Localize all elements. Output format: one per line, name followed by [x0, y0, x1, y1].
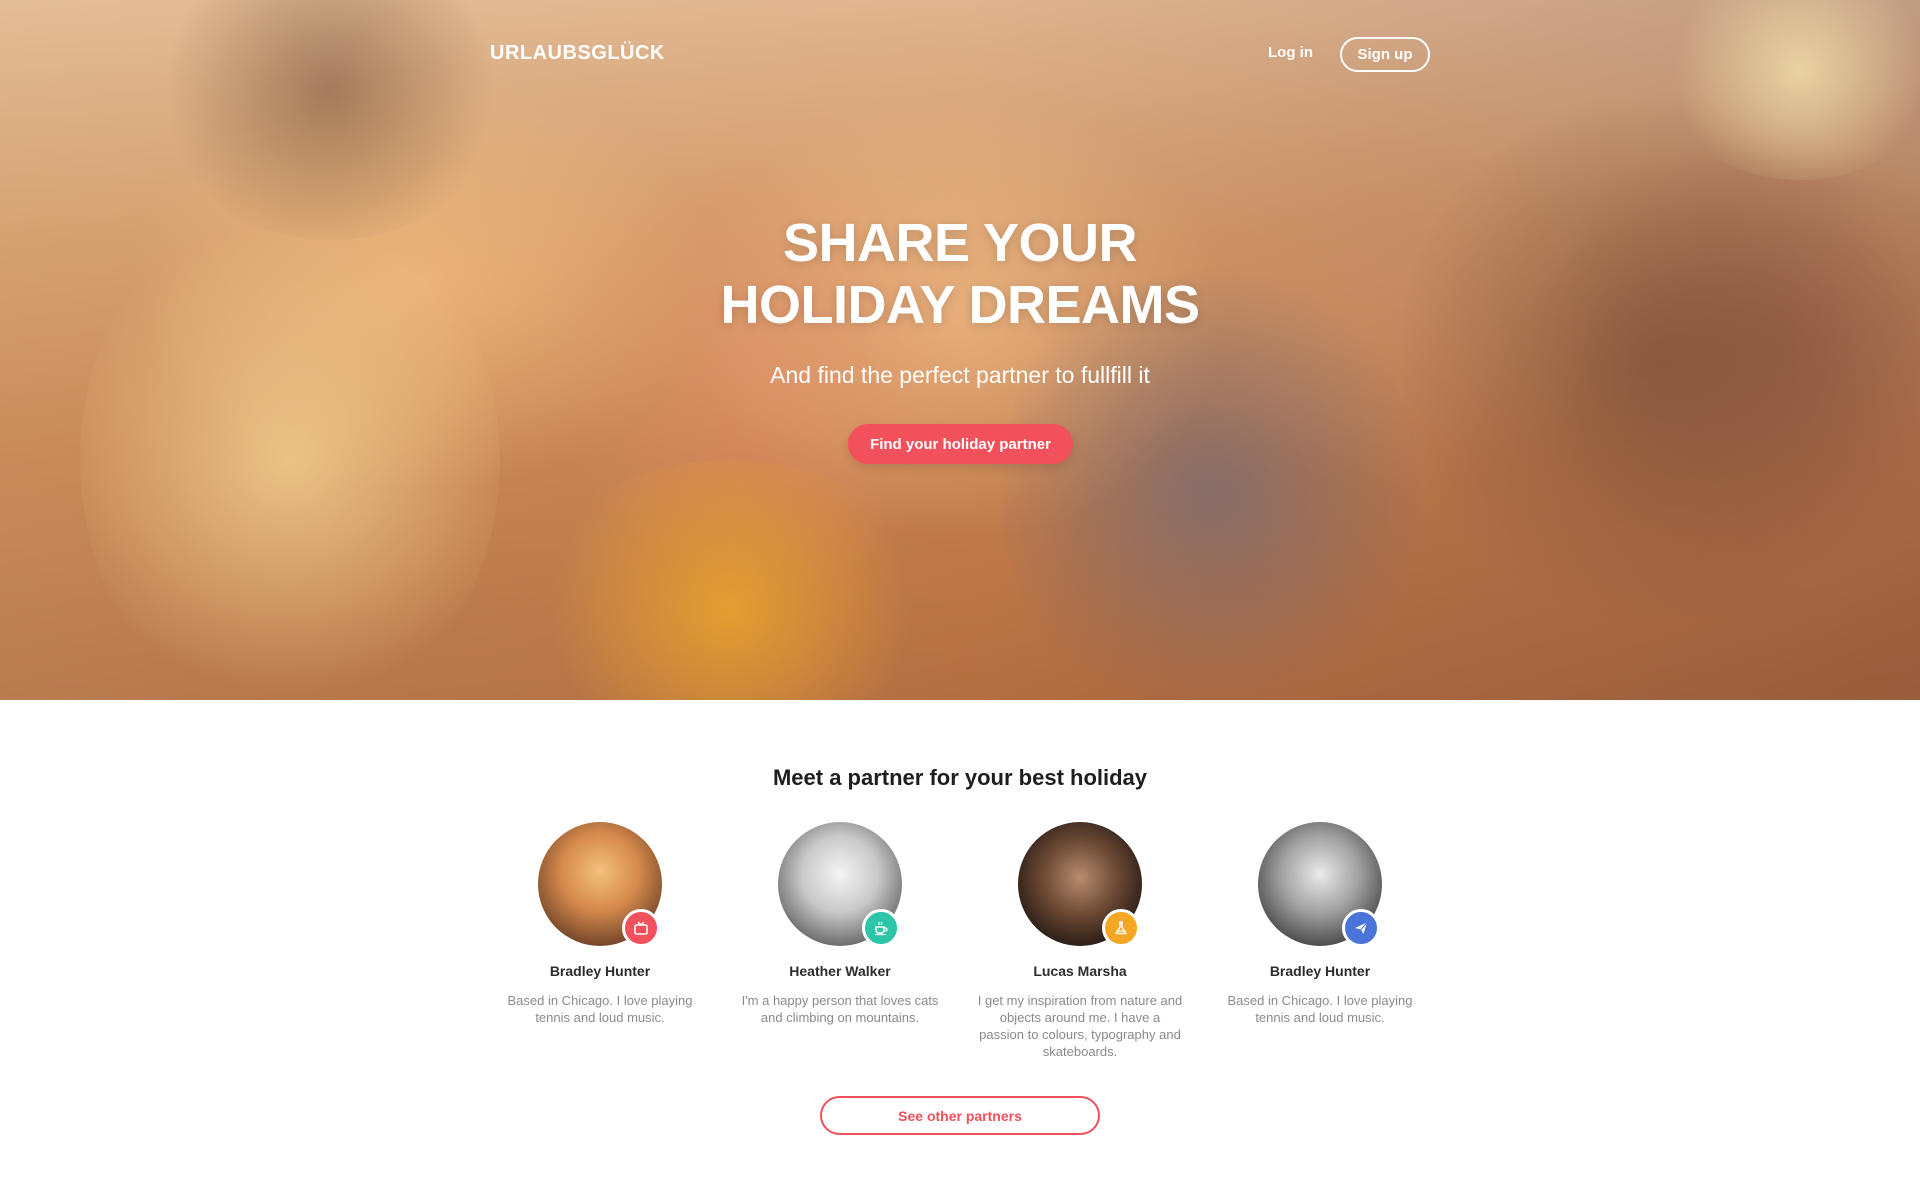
top-nav: URLAUBSGLÜCK Log in Sign up	[0, 0, 1920, 110]
partners-title: Meet a partner for your best holiday	[772, 765, 1148, 790]
partner-card[interactable]: Bradley Hunter Based in Chicago. I love …	[1210, 822, 1430, 1026]
login-link[interactable]: Log in	[1268, 44, 1313, 61]
partner-name: Bradley Hunter	[549, 963, 651, 979]
send-icon	[1342, 909, 1380, 947]
partner-name: Heather Walker	[789, 963, 891, 979]
see-other-partners-button[interactable]: See other partners	[820, 1096, 1100, 1135]
hero-section: URLAUBSGLÜCK Log in Sign up SHARE YOUR H…	[0, 0, 1920, 700]
hero-title: SHARE YOUR HOLIDAY DREAMS	[0, 212, 1920, 336]
partner-avatar-wrap	[1258, 822, 1382, 947]
coffee-icon	[862, 909, 900, 947]
site-logo[interactable]: URLAUBSGLÜCK	[490, 42, 665, 65]
partner-card[interactable]: Bradley Hunter Based in Chicago. I love …	[490, 822, 710, 1026]
partner-avatar-wrap	[538, 822, 662, 947]
partner-avatar-wrap	[778, 822, 902, 947]
find-partner-button[interactable]: Find your holiday partner	[848, 424, 1073, 464]
partner-name: Lucas Marsha	[1033, 963, 1127, 979]
partner-description: I get my inspiration from nature and obj…	[977, 993, 1183, 1059]
partner-card[interactable]: Heather Walker I'm a happy person that l…	[730, 822, 950, 1026]
partner-description: I'm a happy person that loves cats and c…	[741, 993, 939, 1025]
partner-name: Bradley Hunter	[1269, 963, 1371, 979]
hero-title-line2: HOLIDAY DREAMS	[720, 275, 1200, 335]
partner-description: Based in Chicago. I love playing tennis …	[1227, 993, 1413, 1025]
tv-icon	[622, 909, 660, 947]
partner-avatar-wrap	[1018, 822, 1142, 947]
signup-button[interactable]: Sign up	[1340, 37, 1430, 72]
partner-card[interactable]: Lucas Marsha I get my inspiration from n…	[970, 822, 1190, 1060]
flask-icon	[1102, 909, 1140, 947]
hero-title-line1: SHARE YOUR	[782, 213, 1138, 273]
partner-description: Based in Chicago. I love playing tennis …	[507, 993, 693, 1025]
hero-subtitle: And find the perfect partner to fullfill…	[770, 362, 1150, 388]
